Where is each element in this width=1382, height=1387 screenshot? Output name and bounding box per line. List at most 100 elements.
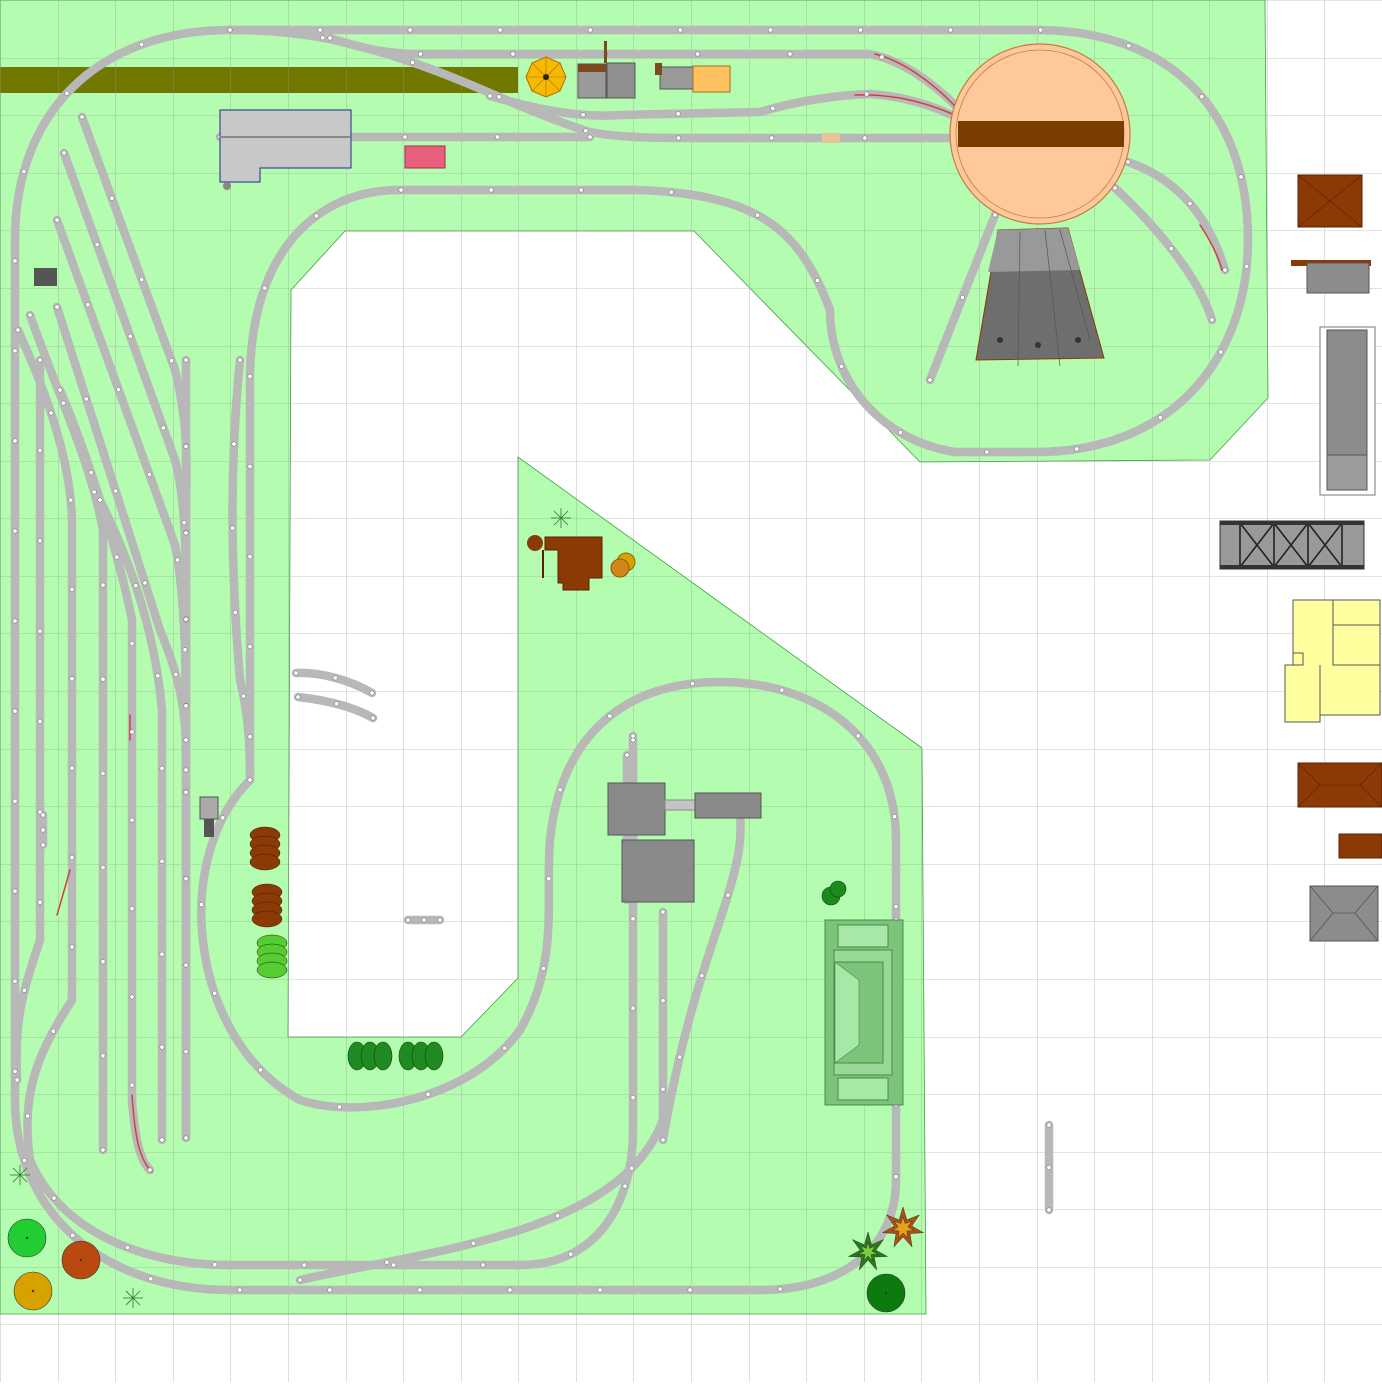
track-joint (327, 35, 333, 41)
track-joint (91, 489, 97, 495)
roof-building-icon[interactable] (1297, 174, 1363, 228)
track-joint (88, 470, 94, 476)
track-joint (247, 734, 253, 740)
truss-bridge-icon[interactable] (1219, 520, 1365, 570)
track-joint (37, 899, 43, 905)
track-joint (159, 1137, 165, 1143)
track-joint (169, 358, 175, 364)
track-joint (546, 876, 552, 882)
freight-car[interactable] (404, 145, 446, 169)
track-plan-canvas[interactable] (0, 0, 1382, 1383)
track-joint (183, 443, 189, 449)
track-joint (129, 994, 135, 1000)
track-joint (100, 676, 106, 682)
track-joint (597, 1287, 603, 1293)
track-joint (1126, 43, 1132, 49)
roundhouse-vent (1075, 337, 1081, 343)
track-joint (1038, 27, 1044, 33)
track-joint (129, 641, 135, 647)
track-joint (12, 258, 18, 264)
track-joint (183, 1135, 189, 1141)
pine-tree-icon (123, 1288, 143, 1308)
track-joint (100, 582, 106, 588)
track-joint (405, 917, 411, 923)
track-joint (85, 302, 91, 308)
track-joint (1074, 446, 1080, 452)
track-joint (79, 114, 85, 120)
track-joint (622, 1183, 628, 1189)
shed-building-icon[interactable] (1291, 260, 1371, 294)
track-joint (183, 357, 189, 363)
track-joint (12, 528, 18, 534)
track-joint (12, 1068, 18, 1074)
track-joint (695, 51, 701, 57)
track-joint (391, 1262, 397, 1268)
loose-straight-track-piece[interactable] (822, 133, 840, 143)
workshop-building[interactable] (655, 63, 731, 93)
track-joint (1218, 349, 1224, 355)
yard-tower[interactable] (199, 796, 219, 820)
track-joint (587, 27, 593, 33)
station-building-icon[interactable] (1319, 326, 1376, 496)
roof-building-icon[interactable] (1297, 762, 1382, 808)
track-joint (1238, 174, 1244, 180)
hedge-bush (256, 961, 288, 979)
track-joint (100, 959, 106, 965)
track-plan[interactable] (0, 0, 1382, 1383)
workshop-orange (692, 65, 731, 93)
track-joint (470, 1240, 476, 1246)
track-joint (879, 54, 885, 60)
track-joint (159, 1044, 165, 1050)
track-joint (777, 1286, 783, 1292)
track-joint (320, 35, 326, 41)
track-joint (21, 169, 27, 174)
turntable-bridge[interactable] (958, 121, 1124, 147)
track-joint (40, 842, 46, 848)
track-joint (1157, 415, 1163, 421)
track-joint (313, 213, 319, 219)
track-joint (68, 497, 74, 503)
track-joint (398, 187, 404, 193)
track-joint (607, 713, 613, 719)
green-station-shelter (837, 1077, 889, 1101)
track-joint (37, 447, 43, 453)
track-joint (230, 525, 236, 531)
deciduous-tree-icon (866, 1273, 906, 1313)
track-joint (502, 1045, 508, 1051)
track-joint (555, 1213, 561, 1219)
track-joint (40, 827, 46, 833)
track-joint (580, 112, 586, 118)
track-joint (864, 91, 870, 97)
track-joint (370, 715, 376, 721)
track-joint (337, 1104, 342, 1110)
small-gray-shed[interactable] (34, 268, 57, 286)
hip-roof-building-icon[interactable] (1309, 885, 1379, 942)
small-shed-icon[interactable] (1338, 833, 1382, 859)
track-joint (147, 1167, 153, 1173)
track-joint (630, 916, 636, 922)
track-joint (402, 134, 408, 140)
track-joint (227, 27, 233, 33)
track-joint (21, 1158, 27, 1163)
track-joint (948, 27, 953, 33)
track-joint (183, 703, 189, 709)
track-joint (40, 812, 46, 818)
house-building-icon[interactable] (1284, 599, 1381, 723)
track-joint (624, 752, 630, 758)
track-joint (677, 1054, 683, 1060)
track-joint (488, 187, 494, 193)
track-joint (725, 892, 731, 898)
track-joint (12, 348, 18, 354)
track-joint (629, 1165, 635, 1171)
track-joint (241, 693, 246, 699)
track-joint (12, 978, 18, 984)
umbrella-gazebo[interactable] (525, 56, 567, 98)
track-joint (100, 865, 106, 870)
turntable[interactable] (949, 43, 1131, 225)
track-joint (61, 150, 67, 156)
hedge-bush (424, 1041, 444, 1071)
track-joint (159, 765, 165, 771)
green-station[interactable] (824, 919, 904, 1106)
track-joint (892, 814, 897, 820)
track-joint (660, 909, 666, 915)
